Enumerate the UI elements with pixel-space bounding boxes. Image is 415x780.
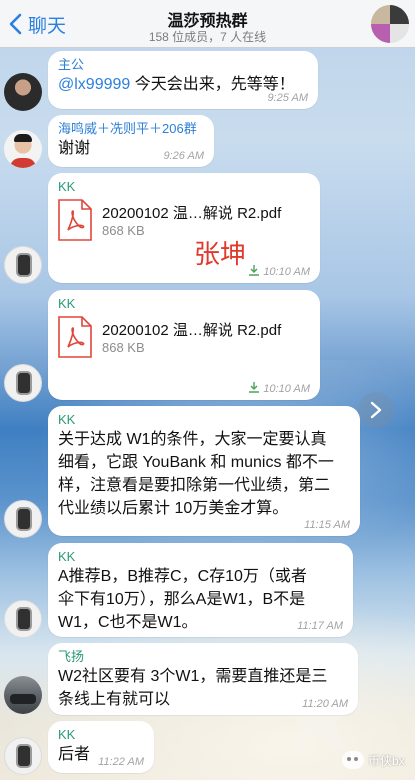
pdf-file-icon (58, 199, 92, 241)
file-attachment[interactable]: 20200102 温…解说 R2.pdf 868 KB (58, 316, 298, 364)
message-bubble[interactable]: 飞扬 W2社区要有 3个W1，需要直推还是三 条线上有就可以 11:20 AM (48, 643, 358, 715)
message-line: A推荐B，B推荐C，C存10万（或者 (58, 568, 307, 585)
sender-name[interactable]: KK (58, 296, 310, 312)
message-bubble[interactable]: 海鸣威＋冼则平＋206群 谢谢 9:26 AM (48, 115, 214, 167)
group-avatar[interactable] (371, 5, 409, 43)
sender-name[interactable]: KK (58, 549, 343, 565)
file-size: 868 KB (102, 223, 145, 238)
file-attachment[interactable]: 20200102 温…解说 R2.pdf 868 KB (58, 199, 298, 247)
wechat-watermark: 币侠bx (342, 748, 405, 772)
avatar[interactable] (4, 130, 42, 168)
avatar[interactable] (4, 500, 42, 538)
message-time: 11:15 AM (304, 519, 350, 531)
sender-name[interactable]: 主公 (58, 57, 308, 73)
message-time: 9:26 AM (163, 150, 204, 162)
message-time: 11:20 AM (302, 698, 348, 710)
message-bubble[interactable]: KK 后者 11:22 AM (48, 721, 154, 773)
mention-link[interactable]: @lx99999 (58, 76, 130, 93)
file-message-bubble[interactable]: KK 20200102 温…解说 R2.pdf 868 KB 10:10 AM (48, 173, 320, 283)
avatar[interactable] (4, 364, 42, 402)
watermark-name: 张坤 (194, 240, 247, 270)
message-bubble[interactable]: KK A推荐B，B推荐C，C存10万（或者 伞下有10万），那么A是W1，B不是… (48, 543, 353, 637)
message-time: 10:10 AM (263, 266, 310, 278)
sender-name[interactable]: KK (58, 727, 144, 743)
message-time: 11:17 AM (297, 620, 343, 632)
file-message-bubble[interactable]: KK 20200102 温…解说 R2.pdf 868 KB 10:10 AM (48, 290, 320, 400)
avatar[interactable] (4, 676, 42, 714)
download-arrow-icon (249, 265, 259, 276)
sender-name[interactable]: KK (58, 179, 310, 195)
message-line: 关于达成 W1的条件，大家一定要认真 (58, 431, 327, 448)
avatar[interactable] (4, 73, 42, 111)
file-size: 868 KB (102, 340, 145, 355)
message-bubble[interactable]: KK 关于达成 W1的条件，大家一定要认真 细看，它跟 YouBank 和 mu… (48, 406, 360, 536)
message-line: 样，注意看是要扣除第一代业绩，第二 (58, 477, 331, 494)
forward-arrow-icon (370, 401, 382, 419)
message-line: 细看，它跟 YouBank 和 munics 都不一 (58, 454, 334, 471)
forward-button[interactable] (358, 392, 394, 428)
message-time: 10:10 AM (263, 383, 310, 395)
chat-header: 聊天 温莎预热群 158 位成员，7 人在线 (0, 0, 415, 48)
wechat-icon (342, 751, 364, 769)
message-line: 代业绩以后累计 10万美金才算。 (58, 500, 289, 517)
avatar[interactable] (4, 246, 42, 284)
sender-name[interactable]: 海鸣威＋冼则平＋206群 (58, 121, 204, 137)
file-name: 20200102 温…解说 R2.pdf (102, 322, 282, 339)
sender-name[interactable]: 飞扬 (58, 649, 348, 665)
avatar[interactable] (4, 600, 42, 638)
message-bubble[interactable]: 主公 @lx99999 今天会出来，先等等！ 9:25 AM (48, 51, 318, 109)
message-time: 11:22 AM (98, 756, 144, 768)
file-name: 20200102 温…解说 R2.pdf (102, 205, 282, 222)
message-line: 伞下有10万），那么A是W1，B不是 (58, 591, 306, 608)
download-arrow-icon (249, 382, 259, 393)
message-time: 9:25 AM (267, 92, 308, 104)
message-line: W2社区要有 3个W1，需要直推还是三 (58, 668, 328, 685)
avatar[interactable] (4, 737, 42, 775)
member-count: 158 位成员，7 人在线 (148, 30, 267, 44)
sender-name[interactable]: KK (58, 412, 350, 428)
pdf-file-icon (58, 316, 92, 358)
